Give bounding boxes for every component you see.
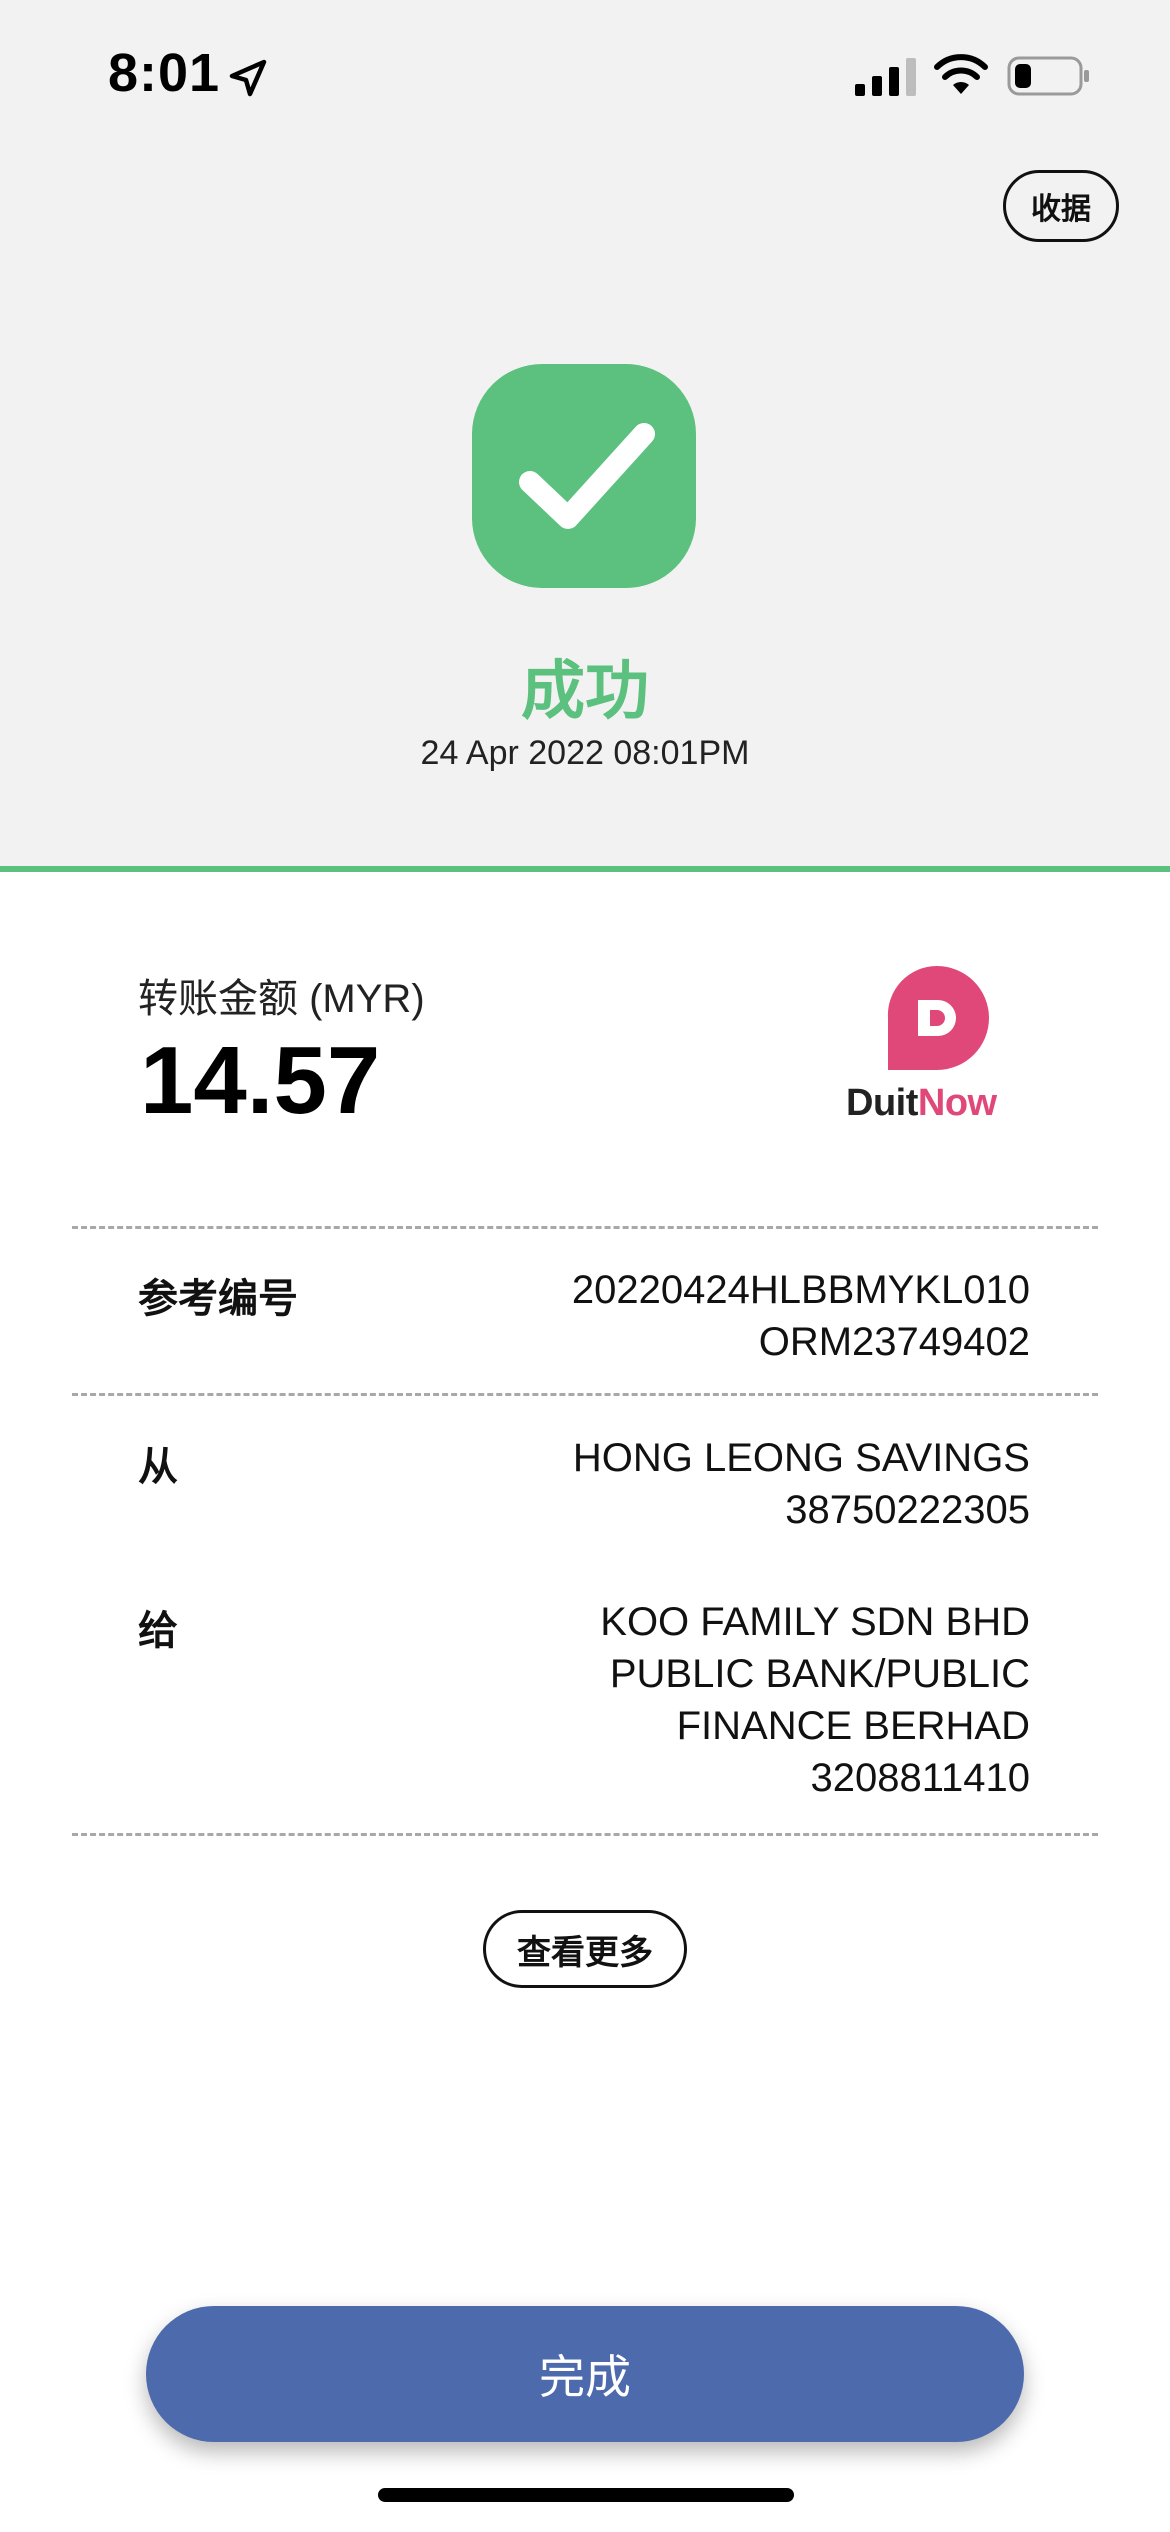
status-title: 成功 bbox=[521, 655, 649, 727]
duitnow-wordmark: DuitNow bbox=[846, 1082, 1046, 1125]
to-account-line: FINANCE BERHAD bbox=[676, 1704, 1030, 1748]
view-more-button[interactable]: 查看更多 bbox=[483, 1910, 687, 1988]
from-account-line: 38750222305 bbox=[785, 1488, 1030, 1532]
amount-label: 转账金额 (MYR) bbox=[138, 977, 425, 1021]
to-account-line: PUBLIC BANK/PUBLIC bbox=[609, 1652, 1030, 1696]
status-time: 8:01 bbox=[108, 43, 221, 103]
checkmark-icon bbox=[519, 423, 655, 529]
duitnow-wordmark-duit: Duit bbox=[846, 1082, 918, 1124]
duitnow-logo: DuitNow bbox=[846, 962, 1036, 1132]
duitnow-wordmark-now: Now bbox=[917, 1082, 997, 1124]
wifi-icon bbox=[934, 54, 988, 94]
battery-icon bbox=[1007, 56, 1089, 96]
divider bbox=[72, 1833, 1098, 1836]
to-account-line: 3208811410 bbox=[810, 1756, 1031, 1800]
divider bbox=[72, 1393, 1098, 1396]
reference-number-line: 20220424HLBBMYKL010 bbox=[571, 1268, 1030, 1312]
transaction-datetime: 24 Apr 2022 08:01PM bbox=[420, 734, 750, 772]
home-indicator[interactable] bbox=[378, 2488, 794, 2502]
from-account-value: HONG LEONG SAVINGS 38750222305 bbox=[270, 1432, 1030, 1536]
done-button[interactable]: 完成 bbox=[146, 2306, 1024, 2442]
duitnow-mark-icon bbox=[887, 965, 989, 1070]
from-label: 从 bbox=[138, 1445, 178, 1489]
to-account-line: KOO FAMILY SDN BHD bbox=[600, 1600, 1030, 1644]
reference-number-value: 20220424HLBBMYKL010 ORM23749402 bbox=[270, 1264, 1030, 1368]
location-arrow-icon bbox=[229, 59, 267, 97]
reference-number-line: ORM23749402 bbox=[758, 1320, 1030, 1364]
to-label: 给 bbox=[138, 1609, 178, 1653]
receipt-button[interactable]: 收据 bbox=[1003, 170, 1119, 242]
from-account-line: HONG LEONG SAVINGS bbox=[572, 1436, 1030, 1480]
amount-value: 14.57 bbox=[140, 1027, 381, 1134]
divider bbox=[72, 1226, 1098, 1229]
success-badge bbox=[472, 364, 696, 588]
cellular-signal-icon bbox=[855, 58, 916, 96]
to-account-value: KOO FAMILY SDN BHD PUBLIC BANK/PUBLIC FI… bbox=[270, 1596, 1030, 1804]
header-divider bbox=[0, 866, 1170, 872]
